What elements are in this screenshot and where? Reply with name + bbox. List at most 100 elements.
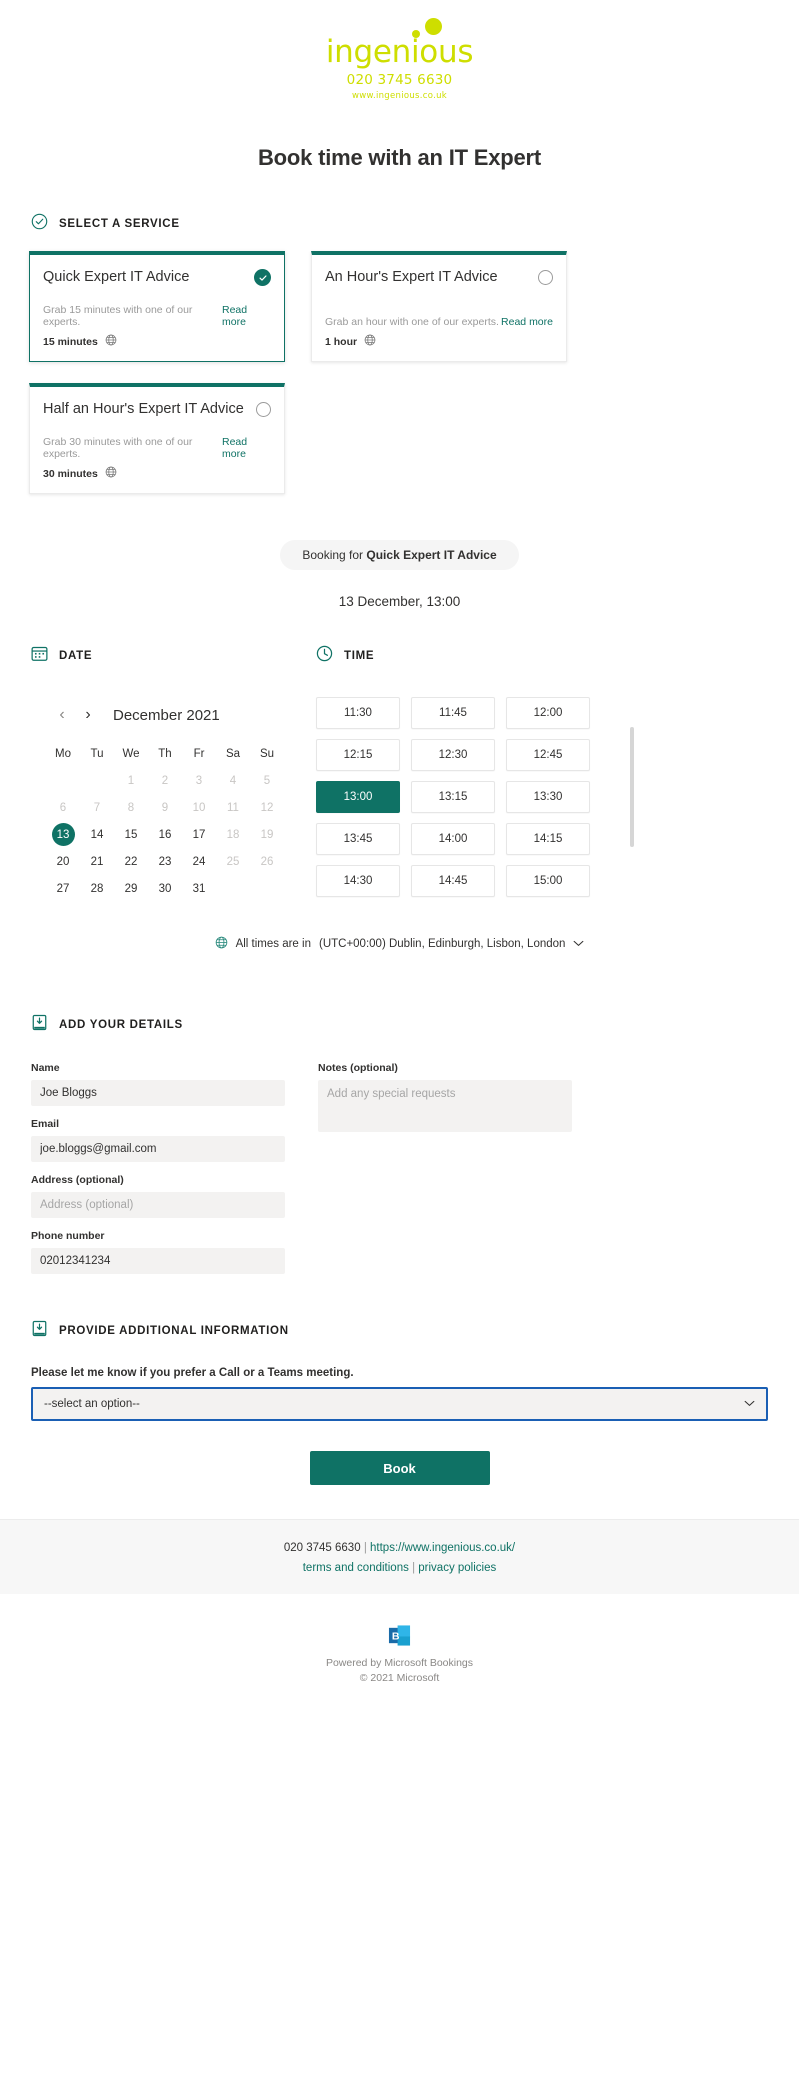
service-card-quick-expert-it-advice[interactable]: Quick Expert IT Advice Grab 15 minutes w…	[29, 251, 285, 363]
calendar-day: 19	[260, 828, 274, 841]
email-input[interactable]	[31, 1136, 285, 1163]
svg-text:B: B	[392, 1631, 400, 1643]
calendar-month-label: December 2021	[113, 706, 220, 724]
footer-website-link[interactable]: https://www.ingenious.co.uk/	[370, 1542, 515, 1554]
calendar-day: 25	[226, 855, 240, 868]
name-input[interactable]	[31, 1080, 285, 1107]
logo-website: www.ingenious.co.uk	[351, 91, 448, 101]
time-slot[interactable]: 14:15	[506, 823, 590, 856]
calendar-day[interactable]: 27	[49, 875, 77, 902]
time-slot[interactable]: 12:00	[506, 697, 590, 730]
calendar-day[interactable]: 30	[151, 875, 179, 902]
phone-input[interactable]	[31, 1248, 285, 1275]
calendar-icon	[31, 645, 48, 667]
calendar-day[interactable]: 21	[83, 848, 111, 875]
calendar-day[interactable]: 15	[117, 821, 145, 848]
calendar-day	[83, 767, 111, 794]
time-slot[interactable]: 11:45	[411, 697, 495, 730]
calendar-day[interactable]: 22	[117, 848, 145, 875]
timezone-value: (UTC+00:00) Dublin, Edinburgh, Lisbon, L…	[318, 938, 566, 951]
footer-separator: |	[412, 1562, 416, 1575]
calendar-day	[253, 875, 281, 902]
time-slots-scrollbar[interactable]	[630, 727, 634, 848]
calendar-day-label: 13	[51, 823, 75, 847]
time-slot[interactable]: 13:30	[506, 781, 590, 814]
globe-icon	[215, 936, 228, 952]
booking-summary-prefix: Booking for	[302, 548, 367, 563]
address-input[interactable]	[31, 1192, 285, 1219]
calendar-day: 6	[59, 801, 67, 814]
additional-info-label: PROVIDE ADDITIONAL INFORMATION	[59, 1325, 289, 1338]
chevron-down-icon[interactable]	[744, 1398, 755, 1410]
calendar-day: 10	[192, 801, 206, 814]
service-radio-icon[interactable]	[256, 402, 271, 418]
next-month-button[interactable]: ›	[75, 703, 101, 727]
calendar-day[interactable]: 23	[151, 848, 179, 875]
time-slot[interactable]: 15:00	[506, 865, 590, 898]
calendar-day[interactable]: 24	[185, 848, 213, 875]
prev-month-button[interactable]: ‹	[49, 703, 75, 727]
calendar-day-selected[interactable]: 13	[49, 821, 77, 848]
service-read-more-link[interactable]: Read more	[222, 436, 271, 460]
time-slot[interactable]: 12:45	[506, 739, 590, 772]
service-card-an-hours-expert-it-advice[interactable]: An Hour's Expert IT Advice Grab an hour …	[311, 251, 567, 363]
calendar-day: 11	[227, 801, 239, 814]
calendar-day[interactable]: 14	[83, 821, 111, 848]
select-service-label: SELECT A SERVICE	[59, 218, 180, 230]
calendar-day	[219, 875, 247, 902]
microsoft-bookings-footer: B Powered by Microsoft Bookings © 2021 M…	[0, 1594, 799, 1711]
time-slot[interactable]: 14:00	[411, 823, 495, 856]
calendar-day[interactable]: 28	[83, 875, 111, 902]
calendar-day[interactable]: 20	[49, 848, 77, 875]
timezone-row[interactable]: All times are in (UTC+00:00) Dublin, Edi…	[0, 936, 799, 952]
calendar-nav: ‹ › December 2021	[49, 703, 300, 727]
add-details-label: ADD YOUR DETAILS	[59, 1019, 183, 1032]
time-slot[interactable]: 12:30	[411, 739, 495, 772]
calendar-day[interactable]: 16	[151, 821, 179, 848]
service-radio-icon[interactable]	[538, 270, 553, 285]
powered-by-text: Powered by Microsoft Bookings	[325, 1657, 474, 1670]
footer-terms-link[interactable]: terms and conditions	[303, 1562, 409, 1574]
copyright-text: © 2021 Microsoft	[359, 1672, 440, 1685]
book-button[interactable]: Book	[309, 1451, 490, 1486]
calendar-day: 1	[127, 774, 135, 787]
time-slot[interactable]: 14:45	[411, 865, 495, 898]
calendar-day: 8	[127, 801, 135, 814]
booking-summary-pill: Booking for Quick Expert IT Advice	[280, 540, 519, 571]
footer-separator: |	[363, 1542, 367, 1555]
footer-contact-line: 020 3745 6630 | https://www.ingenious.co…	[0, 1542, 799, 1554]
page-title: Book time with an IT Expert	[257, 145, 542, 170]
meeting-preference-select[interactable]: --select an option--	[31, 1387, 768, 1422]
calendar-day[interactable]: 29	[117, 875, 145, 902]
chosen-datetime: 13 December, 13:00	[338, 594, 461, 610]
chevron-down-icon[interactable]	[573, 938, 584, 950]
footer-privacy-link[interactable]: privacy policies	[418, 1562, 496, 1574]
service-read-more-link[interactable]: Read more	[501, 316, 553, 328]
calendar-day: 18	[226, 828, 240, 841]
time-slot[interactable]: 12:15	[316, 739, 400, 772]
logo-dots-icon	[340, 18, 460, 40]
globe-icon	[364, 333, 376, 351]
date-label: DATE	[59, 650, 93, 663]
service-card-half-an-hours-expert-it-advice[interactable]: Half an Hour's Expert IT Advice Grab 30 …	[29, 383, 285, 495]
phone-label: Phone number	[31, 1230, 105, 1243]
booking-summary: Booking for Quick Expert IT Advice	[0, 540, 799, 571]
calendar-day[interactable]: 17	[185, 821, 213, 848]
calendar-day-name: Su	[259, 748, 275, 761]
notes-textarea[interactable]	[318, 1080, 572, 1133]
service-selected-check-icon[interactable]	[254, 269, 271, 286]
details-right-column: Notes (optional)	[318, 1062, 572, 1286]
time-slot-selected[interactable]: 13:00	[316, 781, 400, 814]
calendar-day[interactable]: 31	[185, 875, 213, 902]
time-slot[interactable]: 13:45	[316, 823, 400, 856]
time-slot[interactable]: 13:15	[411, 781, 495, 814]
calendar-day-name: Sa	[225, 748, 241, 761]
calendar-grid: Mo Tu We Th Fr Sa Su 1 2 3 4 5 6 7 8 9 10 11 12 13 14 15 16 17 1…	[49, 741, 300, 902]
time-slot[interactable]: 11:30	[316, 697, 400, 730]
time-slot[interactable]: 14:30	[316, 865, 400, 898]
details-left-column: Name Email Address (optional) Phone numb…	[31, 1062, 285, 1286]
service-read-more-link[interactable]: Read more	[222, 304, 271, 328]
select-service-header: SELECT A SERVICE	[31, 213, 799, 235]
service-card-description: Grab 30 minutes with one of our experts.	[43, 436, 193, 461]
service-card-description: Grab an hour with one of our experts.	[325, 316, 499, 329]
